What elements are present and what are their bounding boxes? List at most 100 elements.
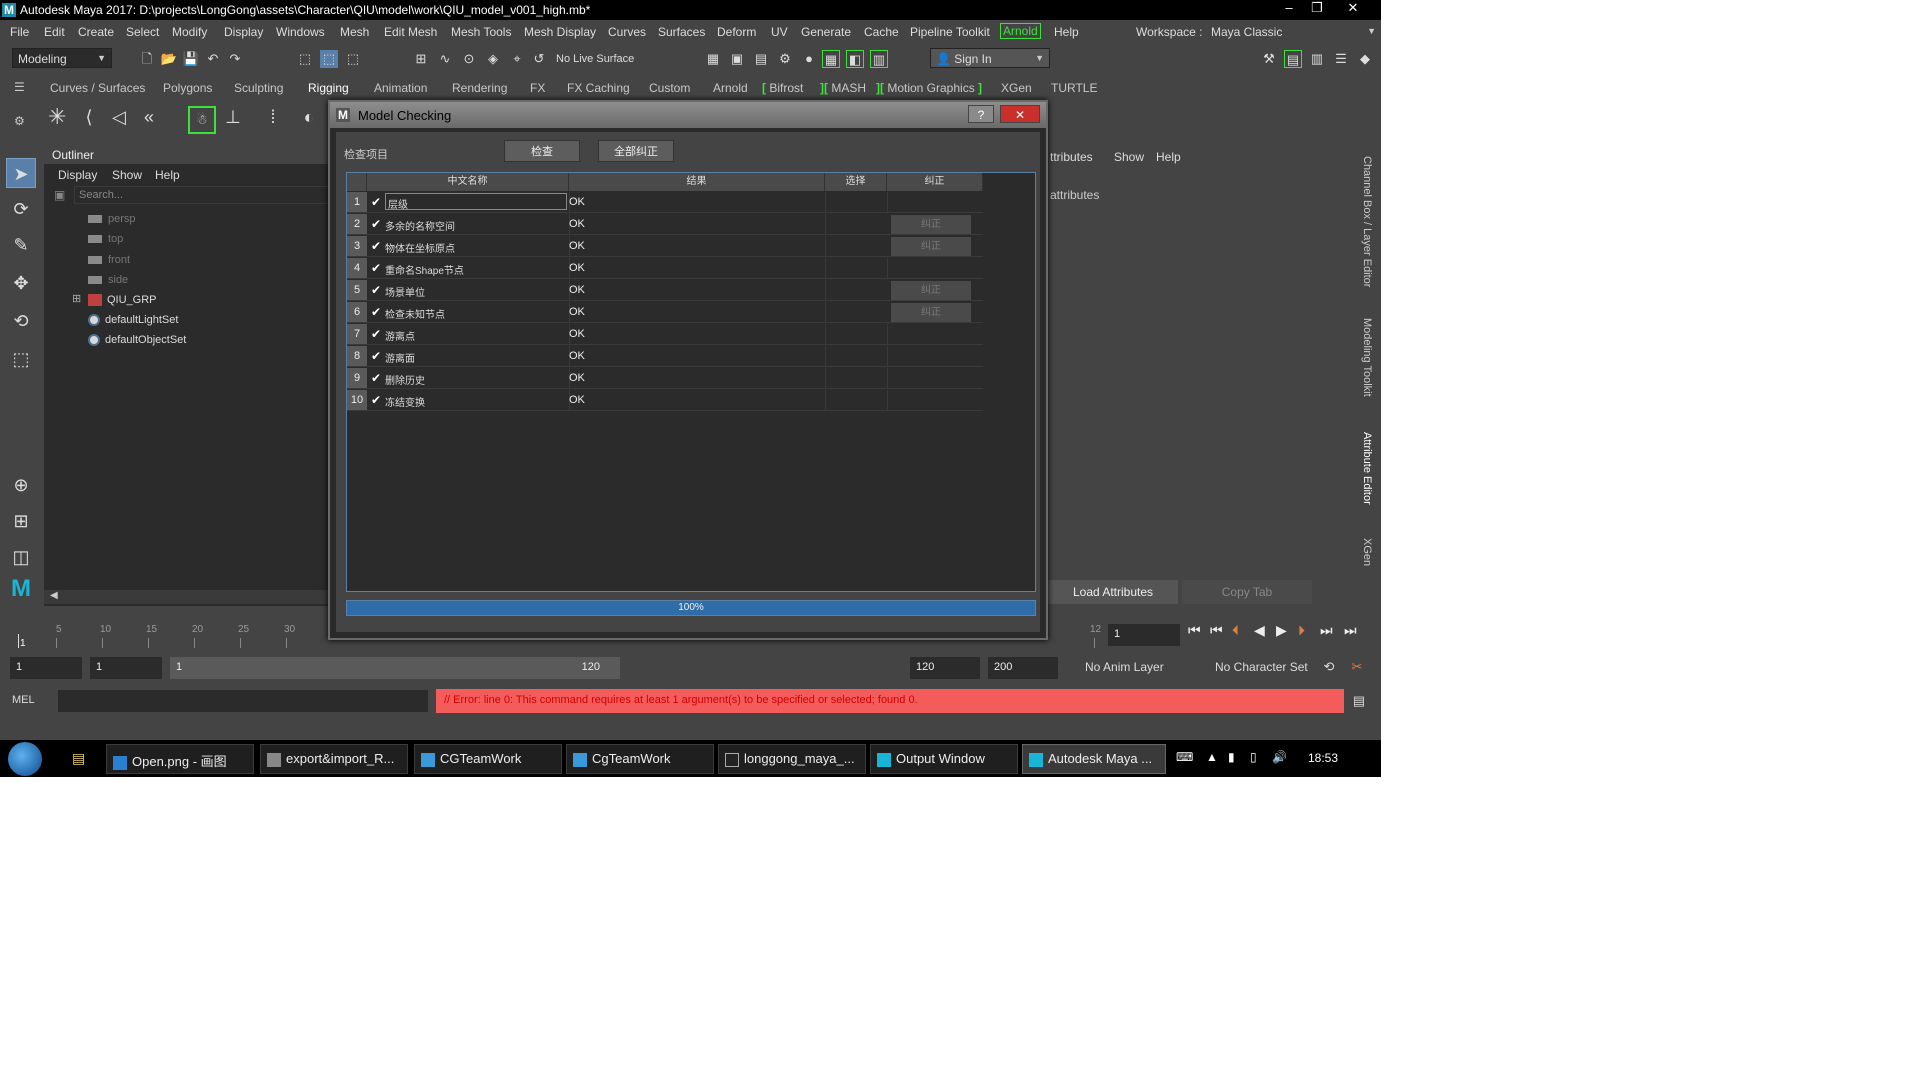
animation-end-field[interactable]: 200 [988, 657, 1058, 679]
copy-tab-button[interactable]: Copy Tab [1182, 580, 1312, 604]
sign-in-dropdown[interactable]: 👤 Sign In ▼ [930, 48, 1050, 68]
animation-prefs-icon[interactable]: ✂ [1348, 658, 1366, 676]
step-forward-frame-icon[interactable]: ⏵ [1298, 622, 1305, 639]
shelf-tab-animation[interactable]: Animation [374, 81, 427, 95]
checkbox-checked[interactable]: ✔ [371, 393, 381, 407]
help-button[interactable]: ? [968, 105, 994, 123]
maximize-button[interactable]: ❐ [1304, 0, 1330, 16]
fix-button[interactable]: 纠正 [891, 215, 971, 234]
snap-point-icon[interactable]: ⊙ [460, 50, 478, 68]
outliner-item-default-object-set[interactable]: defaultObjectSet [88, 334, 186, 347]
arnold-render-icon[interactable]: ▦ [822, 50, 840, 68]
layout-icon[interactable]: ◫ [6, 542, 36, 572]
task-cgteamwork-2[interactable]: CgTeamWork [566, 744, 714, 774]
current-frame-field[interactable]: 1 [1108, 624, 1180, 646]
task-longgong-maya[interactable]: longgong_maya_... [718, 744, 866, 774]
menu-windows[interactable]: Windows [276, 25, 325, 39]
battery-icon[interactable]: ▯ [1250, 750, 1257, 764]
attribute-editor-icon[interactable]: ▤ [1284, 50, 1302, 68]
table-row[interactable]: 5 ✔ 场景单位 OK 纠正 [347, 280, 983, 301]
four-view-icon[interactable]: ⊞ [6, 506, 36, 536]
table-row[interactable]: 4 ✔ 重命名Shape节点 OK [347, 258, 983, 279]
column-header-select[interactable]: 选择 [825, 173, 887, 191]
paint-select-icon[interactable]: ✎ [6, 230, 36, 260]
table-row[interactable]: 9 ✔ 删除历史 OK [347, 368, 983, 389]
checkbox-checked[interactable]: ✔ [371, 305, 381, 319]
ipr-render-icon[interactable]: ▤ [752, 50, 770, 68]
side-tab-attribute-editor[interactable]: Attribute Editor [1361, 432, 1373, 505]
mode-dropdown[interactable]: Modeling ▼ [12, 48, 112, 68]
checkbox-checked[interactable]: ✔ [371, 283, 381, 297]
attr-menu-help[interactable]: Help [1156, 150, 1181, 164]
task-open-png[interactable]: Open.png - 画图 [106, 744, 254, 774]
character-set-dropdown[interactable]: No Character Set [1210, 657, 1320, 679]
menu-edit[interactable]: Edit [44, 25, 65, 39]
side-tab-xgen[interactable]: XGen [1361, 538, 1373, 566]
shelf-tab-custom[interactable]: Custom [649, 81, 690, 95]
redo-icon[interactable]: ↷ [226, 50, 244, 68]
task-output-window[interactable]: Output Window [870, 744, 1018, 774]
outliner-item-top[interactable]: top [88, 233, 123, 245]
layer-editor-icon[interactable]: ◆ [1356, 50, 1374, 68]
menu-create[interactable]: Create [78, 25, 114, 39]
undo-icon[interactable]: ↶ [204, 50, 222, 68]
fix-button[interactable]: 纠正 [891, 237, 971, 256]
table-row[interactable]: 2 ✔ 多余的名称空间 OK 纠正 [347, 214, 983, 235]
paint-weights-icon[interactable]: ◐ [300, 108, 318, 126]
select-tool-icon[interactable]: ➤ [6, 158, 36, 188]
menu-file[interactable]: File [10, 25, 29, 39]
snap-curve-icon[interactable]: ∿ [436, 50, 454, 68]
single-perspective-icon[interactable]: ⊕ [6, 470, 36, 500]
attr-menu-attributes[interactable]: ttributes [1050, 150, 1093, 164]
menu-deform[interactable]: Deform [717, 25, 756, 39]
side-tab-modeling-toolkit[interactable]: Modeling Toolkit [1361, 318, 1373, 397]
menu-modify[interactable]: Modify [172, 25, 207, 39]
fix-all-button[interactable]: 全部纠正 [598, 140, 674, 162]
playback-start-field[interactable]: 1 [90, 657, 162, 679]
range-slider[interactable]: 1 120 [170, 657, 620, 679]
shelf-tab-mash[interactable]: ][ MASH [820, 81, 866, 95]
render-settings-icon[interactable]: ⚙ [776, 50, 794, 68]
table-row[interactable]: 7 ✔ 游离点 OK [347, 324, 983, 345]
scroll-left-icon[interactable]: ◀ [50, 590, 58, 601]
scale-tool-icon[interactable]: ⬚ [6, 344, 36, 374]
shelf-tab-motion-graphics[interactable]: ][ Motion Graphics ] [876, 81, 982, 95]
table-row[interactable]: 10 ✔ 冻结变换 OK [347, 390, 983, 411]
arnold-ipr-icon[interactable]: ▥ [870, 50, 888, 68]
outliner-item-persp[interactable]: persp [88, 213, 136, 225]
playback-end-field[interactable]: 120 [910, 657, 980, 679]
notepad-icon[interactable]: ▤ [72, 750, 85, 767]
menu-curves[interactable]: Curves [608, 25, 646, 39]
menu-uv[interactable]: UV [771, 25, 788, 39]
mel-label[interactable]: MEL [12, 694, 35, 706]
start-button[interactable] [8, 742, 42, 776]
outliner-menu-show[interactable]: Show [112, 168, 142, 182]
go-to-start-icon[interactable]: ⏮ [1188, 622, 1201, 639]
column-header-name[interactable]: 中文名称 [367, 173, 569, 191]
save-scene-icon[interactable]: 💾 [182, 50, 200, 68]
shelf-tab-curves-surfaces[interactable]: Curves / Surfaces [50, 81, 145, 95]
outliner-menu-help[interactable]: Help [155, 168, 180, 182]
mirror-joint-icon[interactable]: « [140, 108, 158, 126]
shelf-menu-icon[interactable]: ☰ [14, 80, 25, 94]
outliner-search-input[interactable]: Search... [74, 186, 332, 204]
shelf-tab-polygons[interactable]: Polygons [163, 81, 212, 95]
checkbox-checked[interactable]: ✔ [371, 327, 381, 341]
joint-tool-icon[interactable]: ✳ [48, 106, 66, 128]
table-row[interactable]: 1 ✔ 层级 OK [347, 192, 983, 213]
outliner-scrollbar[interactable]: ◀ [44, 590, 334, 604]
step-forward-key-icon[interactable]: ⏭ [1320, 622, 1333, 639]
play-forwards-icon[interactable]: ▶ [1276, 622, 1287, 639]
menu-help[interactable]: Help [1054, 25, 1079, 39]
column-header-result[interactable]: 结果 [569, 173, 825, 191]
skeleton-icon[interactable]: ☃ [188, 106, 216, 134]
go-to-end-icon[interactable]: ⏭ [1344, 622, 1357, 639]
menu-edit-mesh[interactable]: Edit Mesh [384, 25, 437, 39]
new-scene-icon[interactable]: 🗋 [138, 50, 156, 68]
dialog-title-bar[interactable]: M Model Checking ? ✕ [330, 102, 1046, 128]
outliner-item-default-light-set[interactable]: defaultLightSet [88, 314, 178, 327]
attr-menu-show[interactable]: Show [1114, 150, 1144, 164]
task-cgteamwork-1[interactable]: CGTeamWork [414, 744, 562, 774]
history-icon[interactable]: ↺ [530, 50, 548, 68]
shelf-settings-icon[interactable]: ⚙ [14, 114, 25, 128]
